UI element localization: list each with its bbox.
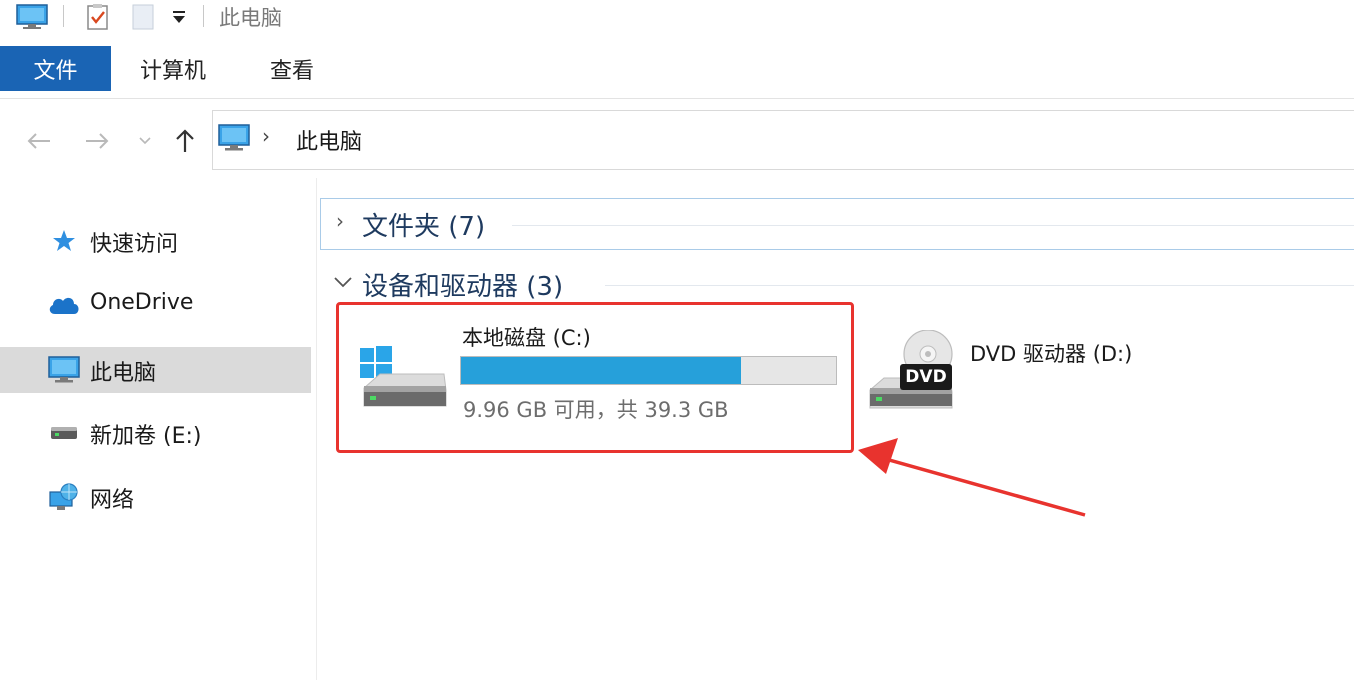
breadcrumb-this-pc[interactable]: 此电脑 xyxy=(296,124,362,156)
customize-dropdown-icon[interactable] xyxy=(168,0,190,34)
new-folder-icon[interactable] xyxy=(130,0,156,34)
tab-view[interactable]: 查看 xyxy=(270,46,314,91)
cloud-icon xyxy=(47,289,81,321)
arrow-up-icon xyxy=(176,129,194,152)
window-title: 此电脑 xyxy=(219,6,282,30)
sidebar-item-label: 此电脑 xyxy=(90,361,157,386)
chevron-down-icon xyxy=(139,137,151,145)
drive-d-name: DVD 驱动器 (D:) xyxy=(970,342,1133,366)
group-folders-label[interactable]: 文件夹 (7) xyxy=(362,206,485,243)
annotation-arrow-icon xyxy=(858,438,1086,517)
drive-icon xyxy=(47,417,81,449)
address-bar[interactable] xyxy=(212,110,1354,170)
sidebar-item-new-volume[interactable]: 新加卷 (E:) xyxy=(0,410,311,456)
computer-icon xyxy=(47,354,81,386)
properties-icon[interactable] xyxy=(84,0,112,34)
ribbon-divider xyxy=(0,98,1354,99)
sidebar-item-label: 网络 xyxy=(90,488,135,513)
arrow-left-icon xyxy=(27,133,50,149)
breadcrumb-separator-icon[interactable]: › xyxy=(262,124,270,148)
sidebar-item-label: OneDrive xyxy=(90,290,194,315)
computer-icon[interactable] xyxy=(14,0,50,34)
ribbon-tabs: 文件 计算机 查看 xyxy=(0,46,1354,92)
recent-locations-button[interactable] xyxy=(136,124,154,158)
group-devices-label[interactable]: 设备和驱动器 (3) xyxy=(362,266,563,303)
sidebar-item-network[interactable]: 网络 xyxy=(0,474,311,520)
network-icon xyxy=(47,481,81,513)
star-icon xyxy=(47,225,81,257)
tab-computer[interactable]: 计算机 xyxy=(140,46,206,91)
sidebar-item-this-pc[interactable]: 此电脑 xyxy=(0,347,311,393)
sidebar-item-label: 新加卷 (E:) xyxy=(90,424,202,449)
back-button[interactable] xyxy=(24,124,54,158)
forward-button[interactable] xyxy=(82,124,112,158)
chevron-right-icon[interactable]: › xyxy=(336,209,344,233)
group-divider xyxy=(605,285,1354,286)
computer-icon xyxy=(218,124,250,156)
up-button[interactable] xyxy=(170,124,200,158)
tab-file[interactable]: 文件 xyxy=(0,46,111,91)
sidebar-item-quick-access[interactable]: 快速访问 xyxy=(0,218,311,264)
sidebar-item-label: 快速访问 xyxy=(90,232,179,257)
highlight-box xyxy=(336,302,854,453)
pane-divider[interactable] xyxy=(316,178,317,680)
dvd-badge: DVD xyxy=(900,364,952,390)
sidebar-item-onedrive[interactable]: OneDrive xyxy=(0,282,311,328)
arrow-right-icon xyxy=(86,133,109,149)
group-divider xyxy=(512,225,1354,226)
chevron-down-icon[interactable] xyxy=(333,270,353,294)
title-bar: 此电脑 xyxy=(0,0,1354,40)
